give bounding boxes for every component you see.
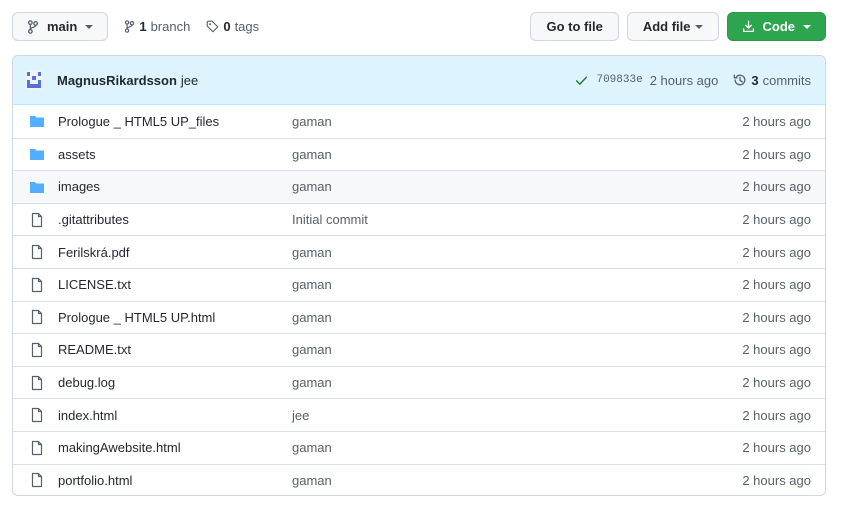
file-name[interactable]: Prologue _ HTML5 UP.html: [58, 310, 292, 325]
file-name[interactable]: .gitattributes: [58, 212, 292, 227]
file-row[interactable]: debug.log gaman 2 hours ago: [13, 365, 825, 399]
tag-icon: [206, 20, 219, 33]
file-row[interactable]: Prologue _ HTML5 UP_files gaman 2 hours …: [13, 105, 825, 138]
file-icon: [29, 472, 45, 488]
commits-label: commits: [762, 72, 811, 88]
file-age: 2 hours ago: [742, 440, 811, 456]
latest-commit-bar: MagnusRikardsson jee 709833e 2 hours ago…: [13, 56, 825, 105]
history-icon: [733, 73, 747, 87]
file-row[interactable]: Ferilskrá.pdf gaman 2 hours ago: [13, 235, 825, 268]
file-age: 2 hours ago: [742, 407, 811, 423]
file-commit-message[interactable]: gaman: [292, 245, 742, 260]
file-name[interactable]: assets: [58, 147, 292, 162]
go-to-file-button[interactable]: Go to file: [530, 12, 619, 41]
file-name[interactable]: README.txt: [58, 342, 292, 357]
commit-count: 3: [751, 72, 759, 88]
branches-link[interactable]: 1 branch: [124, 19, 190, 34]
file-commit-message[interactable]: Initial commit: [292, 212, 742, 227]
branch-select-button[interactable]: main: [12, 12, 109, 41]
commit-message[interactable]: jee: [181, 73, 198, 88]
file-icon: [29, 244, 45, 260]
file-age: 2 hours ago: [742, 179, 811, 195]
file-commit-message[interactable]: gaman: [292, 440, 742, 455]
branch-count: 1: [139, 19, 147, 34]
git-branch-icon: [124, 20, 135, 33]
file-row[interactable]: images gaman 2 hours ago: [13, 170, 825, 203]
file-name[interactable]: makingAwebsite.html: [58, 440, 292, 455]
file-row[interactable]: assets gaman 2 hours ago: [13, 137, 825, 171]
commit-author[interactable]: MagnusRikardsson: [57, 73, 177, 88]
code-button[interactable]: Code: [726, 12, 826, 41]
file-name[interactable]: index.html: [58, 408, 292, 423]
file-commit-message[interactable]: gaman: [292, 310, 742, 325]
file-row[interactable]: LICENSE.txt gaman 2 hours ago: [13, 267, 825, 301]
add-file-label: Add file: [642, 19, 691, 34]
file-name[interactable]: images: [58, 179, 292, 194]
chevron-down-icon: [694, 24, 703, 29]
file-age: 2 hours ago: [742, 309, 811, 325]
folder-icon: [29, 113, 45, 129]
file-age: 2 hours ago: [742, 375, 811, 391]
file-age: 2 hours ago: [742, 146, 811, 162]
file-row[interactable]: README.txt gaman 2 hours ago: [13, 333, 825, 366]
file-icon: [29, 440, 45, 456]
file-age: 2 hours ago: [742, 113, 811, 129]
repo-toolbar: main 1 branch 0 tags Go to file Add file…: [12, 12, 826, 41]
go-to-file-label: Go to file: [546, 19, 603, 34]
file-age: 2 hours ago: [742, 212, 811, 228]
add-file-button[interactable]: Add file: [626, 12, 719, 41]
file-age: 2 hours ago: [742, 472, 811, 488]
commits-history-link[interactable]: 3 commits: [733, 73, 811, 88]
file-age: 2 hours ago: [742, 244, 811, 260]
download-icon: [742, 20, 755, 33]
file-commit-message[interactable]: gaman: [292, 277, 742, 292]
file-commit-message[interactable]: gaman: [292, 147, 742, 162]
file-name[interactable]: Prologue _ HTML5 UP_files: [58, 114, 292, 129]
file-commit-message[interactable]: gaman: [292, 342, 742, 357]
file-row[interactable]: makingAwebsite.html gaman 2 hours ago: [13, 430, 825, 464]
file-name[interactable]: LICENSE.txt: [58, 277, 292, 292]
file-icon: [29, 407, 45, 423]
file-browser: MagnusRikardsson jee 709833e 2 hours ago…: [12, 55, 826, 496]
file-icon: [29, 309, 45, 325]
file-row[interactable]: index.html jee 2 hours ago: [13, 398, 825, 431]
chevron-down-icon: [803, 24, 811, 29]
file-icon: [29, 342, 45, 358]
chevron-down-icon: [85, 24, 94, 29]
avatar[interactable]: [26, 70, 44, 90]
folder-icon: [29, 179, 45, 195]
file-age: 2 hours ago: [742, 277, 811, 293]
folder-icon: [29, 146, 45, 162]
check-icon[interactable]: [575, 74, 588, 87]
file-icon: [29, 277, 45, 293]
code-label: Code: [762, 19, 796, 34]
file-age: 2 hours ago: [742, 342, 811, 358]
tag-label: tags: [234, 19, 260, 34]
branch-name: main: [47, 19, 78, 34]
file-name[interactable]: Ferilskrá.pdf: [58, 245, 292, 260]
file-commit-message[interactable]: gaman: [292, 114, 742, 129]
file-commit-message[interactable]: gaman: [292, 473, 742, 488]
file-commit-message[interactable]: gaman: [292, 375, 742, 390]
file-commit-message[interactable]: gaman: [292, 179, 742, 194]
file-row[interactable]: Prologue _ HTML5 UP.html gaman 2 hours a…: [13, 300, 825, 334]
file-icon: [29, 212, 45, 228]
git-branch-icon: [27, 19, 39, 34]
tag-count: 0: [223, 19, 231, 34]
commit-sha[interactable]: 709833e: [596, 74, 642, 86]
file-list: Prologue _ HTML5 UP_files gaman 2 hours …: [13, 105, 825, 495]
file-name[interactable]: debug.log: [58, 375, 292, 390]
branch-label: branch: [150, 19, 191, 34]
file-name[interactable]: portfolio.html: [58, 473, 292, 488]
commit-time: 2 hours ago: [649, 72, 719, 88]
file-icon: [29, 375, 45, 391]
file-commit-message[interactable]: jee: [292, 408, 742, 423]
file-row[interactable]: .gitattributes Initial commit 2 hours ag…: [13, 202, 825, 236]
tags-link[interactable]: 0 tags: [206, 19, 259, 34]
file-row[interactable]: portfolio.html gaman 2 hours ago: [13, 463, 825, 495]
